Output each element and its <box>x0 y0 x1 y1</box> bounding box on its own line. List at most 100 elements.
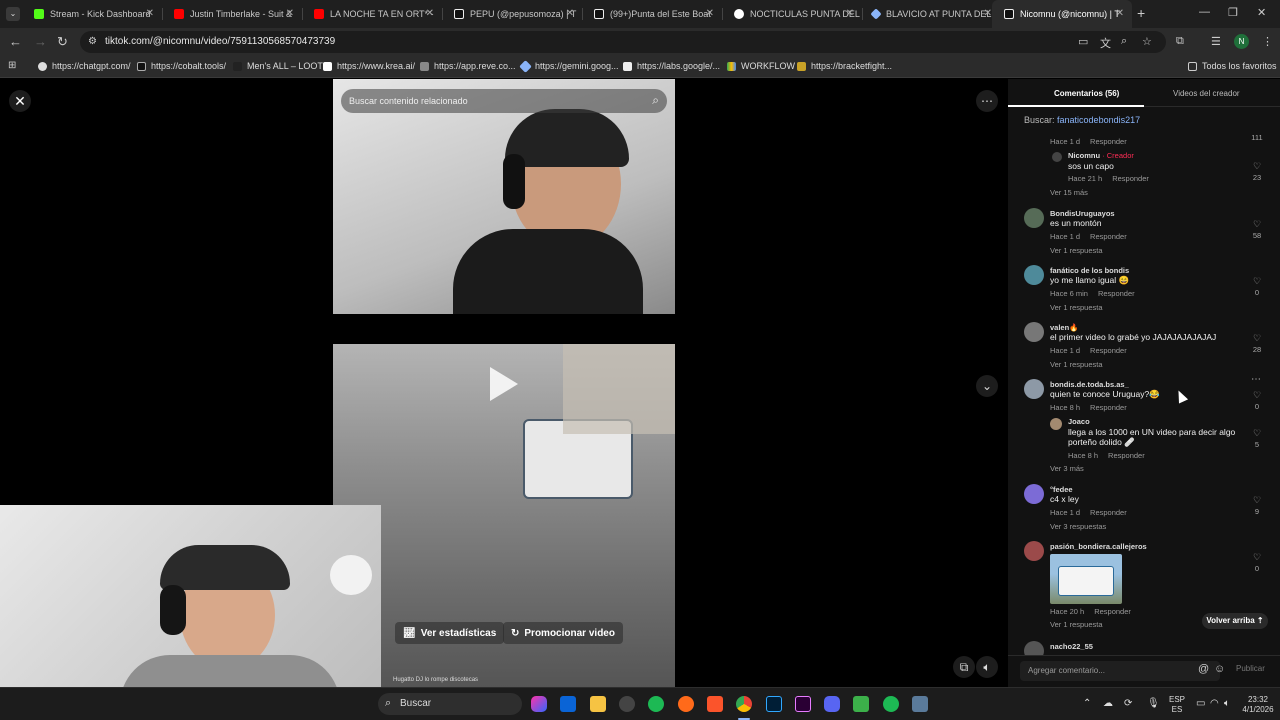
menu-icon[interactable]: ⋮ <box>1262 35 1273 48</box>
back-icon[interactable]: ← <box>9 34 22 49</box>
comment-image-bus[interactable] <box>1050 554 1122 604</box>
emoji-icon[interactable]: ☺ <box>1214 663 1225 675</box>
new-tab-button[interactable]: + <box>1137 5 1145 21</box>
heart-icon[interactable]: ♡ <box>1249 333 1265 344</box>
comment-user[interactable]: BondisUruguayos <box>1050 209 1115 218</box>
view-replies-link[interactable]: Ver 1 respuesta <box>1050 360 1103 369</box>
bookmark-loot[interactable]: Men's ALL – LOOT <box>233 61 323 71</box>
cast-icon[interactable]: ▭ <box>1078 35 1088 48</box>
bookmark-krea[interactable]: https://www.krea.ai/ <box>323 61 415 71</box>
close-icon[interactable]: ✕ <box>566 8 574 19</box>
wifi-icon[interactable]: ◠ <box>1210 698 1219 709</box>
heart-icon[interactable]: ♡ <box>1249 552 1265 563</box>
close-icon[interactable]: ✕ <box>146 8 154 19</box>
all-bookmarks[interactable]: Todos los favoritos <box>1188 61 1277 71</box>
view-replies-link[interactable]: Ver 1 respuesta <box>1050 620 1103 629</box>
avatar[interactable] <box>1050 418 1062 430</box>
speaker-icon[interactable]: 🔈︎ <box>1224 698 1230 709</box>
stats-button[interactable]: 📈︎ Ver estadísticas <box>395 622 505 644</box>
bookmark-bracketfight[interactable]: https://bracketfight... <box>797 61 892 71</box>
bookmark-labs[interactable]: https://labs.google/... <box>623 61 720 71</box>
comment-user[interactable]: valen🔥 <box>1050 323 1079 332</box>
media-player-icon[interactable] <box>853 696 869 712</box>
avatar[interactable] <box>1024 322 1044 342</box>
back-to-top-button[interactable]: Volver arriba ⇡ <box>1202 613 1268 629</box>
pip-icon[interactable]: ⧉ <box>953 656 975 678</box>
tray-onedrive-icon[interactable]: ☁ <box>1103 698 1113 709</box>
comment-user[interactable]: nacho22_55 <box>1050 642 1093 651</box>
outlook-icon[interactable] <box>560 696 576 712</box>
restore-icon[interactable]: ❐ <box>1228 6 1238 19</box>
avatar[interactable] <box>1024 379 1044 399</box>
avatar[interactable] <box>1024 208 1044 228</box>
reply-link[interactable]: Responder <box>1090 508 1127 517</box>
bookmark-reve[interactable]: https://app.reve.co... <box>420 61 516 71</box>
video-player[interactable]: Buscar contenido relacionado ⌕ 📈︎ Ver est… <box>333 79 675 687</box>
comment-search[interactable]: Buscar: fanaticodebondis217 <box>1024 115 1140 125</box>
profile-avatar[interactable]: N <box>1234 34 1249 49</box>
file-explorer-icon[interactable] <box>590 696 606 712</box>
reply-link[interactable]: Responder <box>1090 403 1127 412</box>
brave-icon[interactable] <box>707 696 723 712</box>
reply-link[interactable]: Responder <box>1090 137 1127 146</box>
volume-icon[interactable]: 🔈︎ <box>976 656 998 678</box>
tray-mic-icon[interactable]: 🎙︎ <box>1147 698 1160 709</box>
mention-icon[interactable]: @ <box>1198 663 1209 675</box>
tab-youtube-2[interactable]: LA NOCHE TA EN ORT* - ✕ <box>302 0 443 28</box>
avatar[interactable] <box>1024 484 1044 504</box>
tab-google-nocticulas[interactable]: NOCTICULAS PUNTA DEL ✕ <box>722 0 863 28</box>
reply-link[interactable]: Responder <box>1108 451 1145 460</box>
heart-icon[interactable]: ♡ <box>1249 390 1265 401</box>
close-icon[interactable]: ✕ <box>286 8 294 19</box>
zoom-icon[interactable]: ⌕ <box>1121 35 1127 48</box>
firefox-icon[interactable] <box>678 696 694 712</box>
view-replies-link[interactable]: Ver 1 respuesta <box>1050 303 1103 312</box>
extensions-icon[interactable]: ⧉ <box>1176 35 1184 48</box>
search-icon[interactable]: ⌕ <box>652 93 659 108</box>
clock[interactable]: 23:32 4/1/2026 <box>1238 695 1278 715</box>
spotify-icon[interactable] <box>648 696 664 712</box>
reply-link[interactable]: Responder <box>1112 174 1149 183</box>
site-info-icon[interactable]: ⚙ <box>88 36 97 47</box>
calculator-icon[interactable] <box>912 696 928 712</box>
tab-creator-videos[interactable]: Videos del creador <box>1173 89 1240 98</box>
tab-blavicio[interactable]: BLAVICIO AT PUNTA DEL ✕ <box>860 0 1000 28</box>
avatar[interactable] <box>1052 152 1062 162</box>
reply-link[interactable]: Responder <box>1090 346 1127 355</box>
chevron-down-icon[interactable]: ⌄ <box>976 375 998 397</box>
reload-icon[interactable]: ↻ <box>57 34 68 50</box>
bookmark-chatgpt[interactable]: https://chatgpt.com/ <box>38 61 131 71</box>
comment-user[interactable]: Nicomnu · Creador <box>1068 151 1134 160</box>
play-icon[interactable] <box>490 367 518 401</box>
comment-user[interactable]: pasión_bondiera.callejeros <box>1050 542 1147 551</box>
reply-link[interactable]: Responder <box>1094 607 1131 616</box>
tab-comments[interactable]: Comentarios (56) <box>1054 89 1119 98</box>
close-window-icon[interactable]: ✕ <box>1257 6 1266 19</box>
view-more-replies[interactable]: Ver 3 más <box>1050 464 1084 473</box>
close-icon[interactable]: ✕ <box>426 8 434 19</box>
comment-input[interactable]: Agregar comentario... <box>1020 661 1220 681</box>
tab-kick[interactable]: Stream - Kick Dashboard ✕ <box>22 0 163 28</box>
related-search-input[interactable]: Buscar contenido relacionado ⌕ <box>341 89 667 113</box>
tab-tiktok-nicomnu[interactable]: Nicomnu (@nicomnu) | T ✕ <box>992 0 1132 28</box>
avatar[interactable] <box>1024 541 1044 561</box>
language-indicator[interactable]: ESP ES <box>1166 695 1188 715</box>
tab-tiktok-pepu[interactable]: PEPU (@pepusomoza) | T ✕ <box>442 0 583 28</box>
copilot-icon[interactable] <box>531 696 547 712</box>
heart-icon[interactable]: ♡ <box>1249 495 1265 506</box>
premiere-icon[interactable] <box>795 696 811 712</box>
tab-youtube-1[interactable]: Justin Timberlake - Suit & ✕ <box>162 0 303 28</box>
comment-user[interactable]: bondis.de.toda.bs.as_ <box>1050 380 1129 389</box>
comment-user[interactable]: Joaco <box>1068 417 1090 426</box>
close-icon[interactable]: ✕ <box>706 8 714 19</box>
more-options-icon[interactable]: ⋯ <box>976 90 998 112</box>
bookmark-star-icon[interactable]: ☆ <box>1142 35 1152 48</box>
bookmark-workflow[interactable]: WORKFLOW <box>727 61 795 71</box>
spotify-2-icon[interactable] <box>883 696 899 712</box>
taskbar-search[interactable]: ⌕ Buscar <box>378 693 522 715</box>
heart-icon[interactable]: ♡ <box>1249 161 1265 172</box>
minimize-icon[interactable]: — <box>1199 6 1210 18</box>
close-icon[interactable]: ✕ <box>984 8 992 19</box>
tray-app-icon[interactable]: ⟳ <box>1124 698 1132 709</box>
address-bar[interactable]: ⚙ tiktok.com/@nicomnu/video/759113056857… <box>80 31 1166 53</box>
